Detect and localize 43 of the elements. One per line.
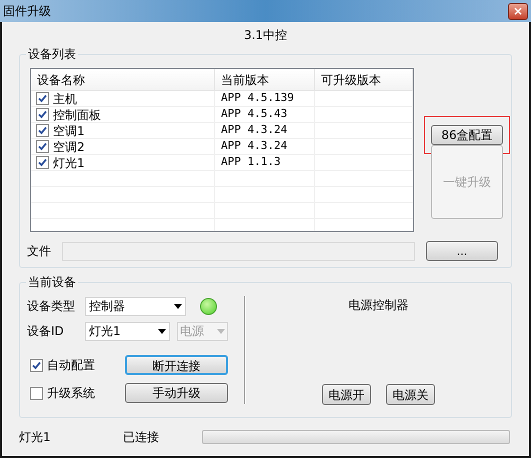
column-header[interactable]: 当前版本: [215, 69, 315, 90]
disconnect-button[interactable]: 断开连接: [125, 355, 228, 375]
window-heading: 3.1中控: [244, 28, 288, 42]
file-label: 文件: [27, 243, 52, 260]
checkbox[interactable]: [36, 108, 49, 121]
power-on-button[interactable]: 电源开: [322, 384, 371, 405]
auto-config-label: 自动配置: [47, 357, 95, 374]
column-header[interactable]: 可升级版本: [315, 69, 413, 90]
device-name: 控制面板: [53, 106, 101, 124]
checkbox[interactable]: [36, 92, 49, 105]
device-type-label: 设备类型: [27, 298, 76, 315]
device-type-dropdown[interactable]: 控制器: [85, 296, 186, 316]
device-name: 主机: [53, 90, 77, 108]
column-header[interactable]: 设备名称: [31, 69, 215, 90]
checkbox[interactable]: [36, 140, 49, 153]
version-cell-text: APP 4.3.24: [221, 122, 288, 138]
device-name: 空调2: [53, 138, 85, 156]
power-off-button[interactable]: 电源关: [386, 384, 435, 405]
dropdown-arrow-icon: [158, 328, 166, 334]
checkbox[interactable]: [36, 156, 49, 169]
version-cell-text: APP 4.5.139: [221, 90, 294, 106]
version-cell-text: APP 1.1.3: [221, 154, 281, 170]
device-id-label: 设备ID: [27, 323, 65, 340]
checkbox[interactable]: [30, 386, 43, 400]
device-id-dropdown[interactable]: 灯光1: [85, 322, 170, 340]
manual-upgrade-button[interactable]: 手动升级: [125, 383, 228, 403]
status-text: 已连接: [123, 429, 160, 446]
window-title: 固件升级: [3, 3, 51, 20]
upgrade-system-label: 升级系统: [47, 385, 95, 402]
device-name: 灯光1: [53, 154, 85, 172]
dropdown-arrow-icon: [217, 328, 225, 334]
version-cell-text: APP 4.3.24: [221, 138, 288, 154]
dropdown-arrow-icon: [174, 304, 182, 308]
status-device: 灯光1: [19, 429, 52, 446]
checkbox[interactable]: [30, 358, 43, 372]
browse-button[interactable]: ...: [426, 241, 498, 261]
panel-title: 电源控制器: [348, 297, 408, 314]
device-name: 空调1: [53, 122, 85, 140]
config-button[interactable]: 86盒配置: [431, 125, 503, 145]
checkbox[interactable]: [36, 124, 49, 137]
version-cell-text: APP 4.5.43: [221, 106, 288, 122]
group-title: 当前设备: [26, 274, 78, 290]
group-title: 设备列表: [26, 46, 78, 62]
